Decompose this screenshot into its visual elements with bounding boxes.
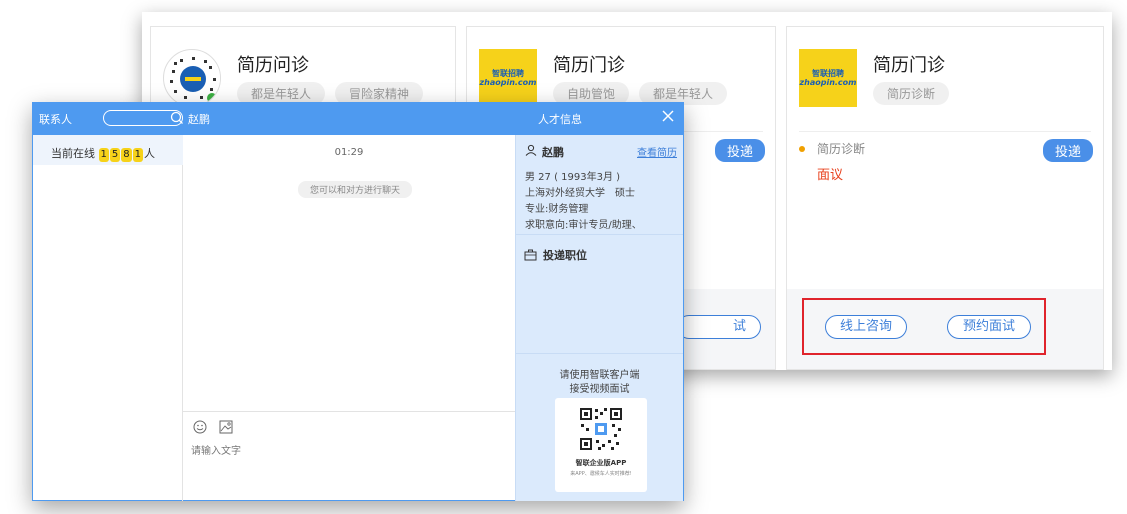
job-card-title[interactable]: 简历门诊 [873,51,945,77]
online-suffix: 人 [144,147,155,160]
job-card-title[interactable]: 简历门诊 [553,51,625,77]
app-description: 来APP、邀候车人实时推荐! [570,471,632,477]
online-count-row[interactable]: 当前在线 1581人 [33,135,183,165]
person-icon [525,144,537,156]
job-card-title[interactable]: 简历问诊 [237,51,309,77]
chat-peer-name: 赵鹏 [188,113,210,126]
video-interview-section: 请使用智联客户端 接受视频面试 智联企业版APP 来APP、邀候车人实时推荐! [516,353,683,501]
job-card-tags: 简历诊断 [873,82,950,105]
message-input-placeholder: 请输入文字 [191,446,241,457]
video-hint-line2: 接受视频面试 [569,384,630,395]
contacts-pane: 当前在线 1581人 [33,135,183,501]
online-digit: 5 [109,148,121,162]
close-icon[interactable] [661,109,675,123]
logo-text-top: 智联招聘 [812,69,844,78]
candidate-education: 上海对外经贸大学 硕士 [525,188,635,199]
message-input-area[interactable]: 请输入文字 [183,411,515,501]
candidate-name: 赵鹏 [542,146,564,159]
tag: 简历诊断 [873,82,950,105]
talent-info-pane: 赵鹏 查看简历 男 27 ( 1993年3月 ) 上海对外经贸大学 硕士 专业:… [515,135,683,501]
online-prefix: 当前在线 [51,147,95,160]
zhaopin-logo: 智联招聘 zhaopin.com [799,49,857,107]
search-icon[interactable] [169,110,185,126]
chat-header: 联系人 赵鹏 人才信息 [33,103,683,135]
zhaopin-logo: 智联招聘 zhaopin.com [479,49,537,107]
candidate-profile: 赵鹏 查看简历 男 27 ( 1993年3月 ) 上海对外经贸大学 硕士 专业:… [516,135,683,235]
online-digit: 1 [132,148,143,162]
position-bullet [799,146,805,152]
deliver-button[interactable]: 投递 [1042,139,1093,162]
app-name: 智联企业版APP [575,459,627,467]
chat-hint: 您可以和对方进行聊天 [298,181,413,198]
logo-text-bottom: zhaopin.com [479,78,537,87]
candidate-intention: 求职意向:审计专员/助理、 [525,220,642,231]
qr-code-icon [578,406,624,452]
briefcase-icon [524,249,537,261]
logo-text-bottom: zhaopin.com [799,78,857,87]
deliver-button[interactable]: 投递 [714,139,765,162]
position-name[interactable]: 简历诊断 [817,140,865,157]
chat-dialog: 联系人 赵鹏 人才信息 当前在线 1581人 01:29 您可以和对方进行聊天 [32,102,684,501]
interview-button[interactable]: 试 [677,315,761,339]
applied-positions-label: 投递职位 [543,249,587,262]
image-icon[interactable] [219,420,233,434]
divider [799,131,1091,132]
messages-pane: 01:29 您可以和对方进行聊天 [183,135,515,411]
candidate-basic-info: 男 27 ( 1993年3月 ) [525,172,621,183]
highlight-box [802,298,1046,355]
salary-text: 面议 [817,168,844,183]
app-qr-card: 智联企业版APP 来APP、邀候车人实时推荐! [555,398,647,492]
message-timestamp: 01:29 [334,147,364,158]
online-digit: 8 [121,148,132,162]
talent-info-title: 人才信息 [538,113,582,126]
emoji-icon[interactable] [193,420,207,434]
candidate-major: 专业:财务管理 [525,204,589,215]
logo-text-top: 智联招聘 [492,69,524,78]
online-digit: 1 [98,148,109,162]
view-resume-link[interactable]: 查看简历 [637,144,677,159]
contacts-label: 联系人 [39,113,72,126]
video-hint-line1: 请使用智联客户端 [559,370,640,381]
company-logo-qr [163,49,221,107]
